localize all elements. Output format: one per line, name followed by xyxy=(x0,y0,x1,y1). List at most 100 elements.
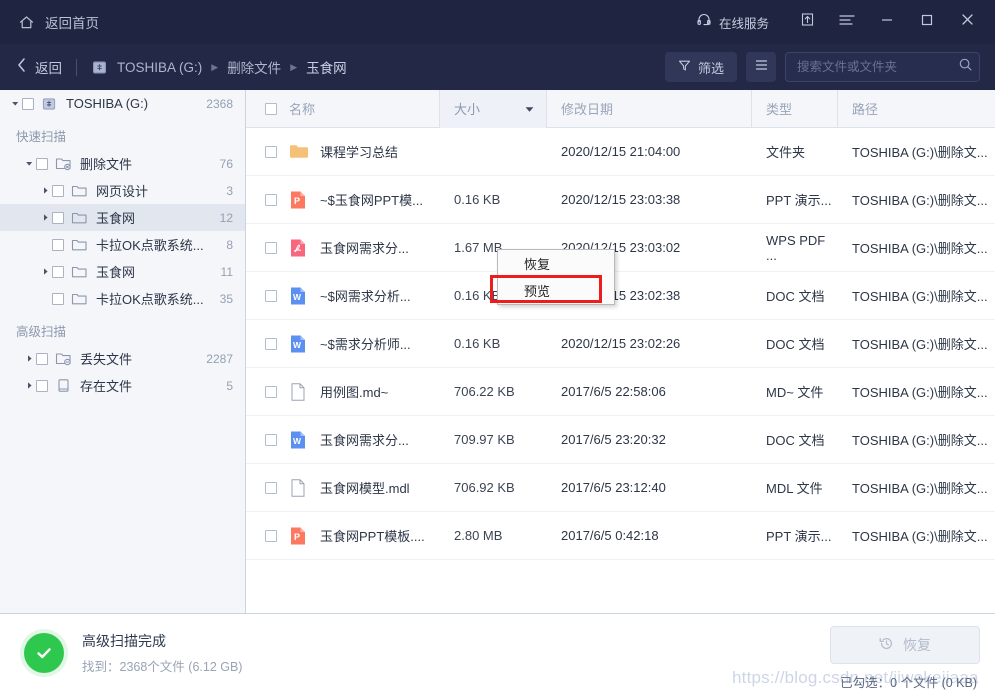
table-row[interactable]: 玉食网需求分... 1.67 MB 2020/12/15 23:03:02 WP… xyxy=(246,224,995,272)
cell-path: TOSHIBA (G:)\删除文... xyxy=(838,176,995,224)
select-all-checkbox[interactable] xyxy=(265,103,277,115)
ppt-icon: P xyxy=(289,190,309,210)
breadcrumb-item-1[interactable]: 删除文件 xyxy=(227,57,281,77)
context-menu-item-restore[interactable]: 恢复 xyxy=(498,250,614,277)
list-view-icon xyxy=(754,58,769,77)
breadcrumb-item-2[interactable]: 玉食网 xyxy=(306,57,347,77)
search-box[interactable] xyxy=(785,52,980,82)
cell-date: 2020/12/15 21:04:00 xyxy=(547,128,752,176)
breadcrumb: TOSHIBA (G:) ▶ 删除文件 ▶ 玉食网 xyxy=(91,57,347,77)
sidebar-item-yushiwang-2[interactable]: 玉食网 11 xyxy=(0,258,245,285)
back-button[interactable]: 返回 xyxy=(16,57,62,78)
tree-checkbox[interactable] xyxy=(36,158,48,170)
caret-right-icon[interactable] xyxy=(22,381,36,390)
selection-info: 已勾选：0 个文件 (0 KB) xyxy=(840,672,977,691)
file-name: 玉食网需求分... xyxy=(320,430,409,449)
table-row[interactable]: P 玉食网PPT模板.... 2.80 MB 2017/6/5 0:42:18 … xyxy=(246,512,995,560)
file-name: 玉食网PPT模板.... xyxy=(320,526,425,545)
folder-icon xyxy=(71,184,88,198)
folder-icon xyxy=(71,238,88,252)
row-checkbox[interactable] xyxy=(265,386,277,398)
cell-path: TOSHIBA (G:)\删除文... xyxy=(838,368,995,416)
word-icon: W xyxy=(289,430,309,450)
caret-right-icon[interactable] xyxy=(22,354,36,363)
context-menu[interactable]: 恢复 预览 xyxy=(497,249,615,305)
restore-button[interactable]: 恢复 xyxy=(830,626,980,664)
sidebar-item-yushiwang-selected[interactable]: 玉食网 12 xyxy=(0,204,245,231)
breadcrumb-item-0[interactable]: TOSHIBA (G:) xyxy=(117,60,202,75)
tree-checkbox[interactable] xyxy=(36,380,48,392)
search-input[interactable] xyxy=(797,60,958,74)
sidebar-item-karaoke-1[interactable]: 卡拉OK点歌系统... 8 xyxy=(0,231,245,258)
column-header-size[interactable]: 大小 xyxy=(440,90,547,128)
cell-path: TOSHIBA (G:)\删除文... xyxy=(838,224,995,272)
tree-checkbox[interactable] xyxy=(52,185,64,197)
caret-right-icon[interactable] xyxy=(38,213,52,222)
column-header-name[interactable]: 名称 xyxy=(246,90,440,128)
tree-item-count: 2287 xyxy=(206,352,233,366)
tree-item-root[interactable]: TOSHIBA (G:) 2368 xyxy=(0,90,245,117)
row-checkbox[interactable] xyxy=(265,290,277,302)
cell-type: MD~ 文件 xyxy=(752,368,838,416)
file-name: ~$需求分析师... xyxy=(320,334,411,353)
sidebar-item-karaoke-2[interactable]: 卡拉OK点歌系统... 35 xyxy=(0,285,245,312)
filter-button[interactable]: 筛选 xyxy=(665,52,737,82)
table-row[interactable]: 课程学习总结 2020/12/15 21:04:00 文件夹 TOSHIBA (… xyxy=(246,128,995,176)
menu-button[interactable] xyxy=(827,0,867,44)
upload-button[interactable] xyxy=(787,0,827,44)
word-icon: W xyxy=(289,334,309,354)
tree-checkbox[interactable] xyxy=(52,266,64,278)
tree-checkbox[interactable] xyxy=(52,212,64,224)
online-service-button[interactable]: 在线服务 xyxy=(696,12,769,33)
minimize-button[interactable] xyxy=(867,0,907,44)
filter-label: 筛选 xyxy=(698,58,724,77)
sidebar-item-existing-files[interactable]: 存在文件 5 xyxy=(0,372,245,399)
caret-down-icon[interactable] xyxy=(22,159,36,168)
ppt-icon: P xyxy=(289,526,309,546)
search-icon[interactable] xyxy=(958,57,973,77)
tree-checkbox[interactable] xyxy=(52,293,64,305)
column-header-date[interactable]: 修改日期 xyxy=(547,90,752,128)
tree-checkbox[interactable] xyxy=(22,98,34,110)
app-window: 返回首页 在线服务 xyxy=(0,0,995,698)
cell-type: PPT 演示... xyxy=(752,176,838,224)
tree-checkbox[interactable] xyxy=(36,353,48,365)
sidebar-section-title: 快速扫描 xyxy=(0,117,245,150)
column-header-path[interactable]: 路径 xyxy=(838,90,995,128)
home-button[interactable]: 返回首页 xyxy=(18,12,99,32)
row-checkbox[interactable] xyxy=(265,242,277,254)
context-menu-item-preview[interactable]: 预览 xyxy=(498,277,614,304)
table-row[interactable]: 用例图.md~ 706.22 KB 2017/6/5 22:58:06 MD~ … xyxy=(246,368,995,416)
table-row[interactable]: W ~$网需求分析... 0.16 KB 2020/12/15 23:02:38… xyxy=(246,272,995,320)
table-row[interactable]: W 玉食网需求分... 709.97 KB 2017/6/5 23:20:32 … xyxy=(246,416,995,464)
row-checkbox[interactable] xyxy=(265,146,277,158)
column-header-type[interactable]: 类型 xyxy=(752,90,838,128)
tree-checkbox[interactable] xyxy=(52,239,64,251)
svg-text:W: W xyxy=(293,292,302,302)
file-name: ~$网需求分析... xyxy=(320,286,411,305)
close-button[interactable] xyxy=(947,0,987,44)
table-row[interactable]: 玉食网模型.mdl 706.92 KB 2017/6/5 23:12:40 MD… xyxy=(246,464,995,512)
caret-right-icon[interactable] xyxy=(38,267,52,276)
row-checkbox[interactable] xyxy=(265,194,277,206)
sidebar-item-lost-files[interactable]: 丢失文件 2287 xyxy=(0,345,245,372)
caret-down-icon[interactable] xyxy=(525,101,534,116)
caret-down-icon[interactable] xyxy=(8,99,22,108)
cell-path: TOSHIBA (G:)\删除文... xyxy=(838,128,995,176)
sidebar-item-deleted-files[interactable]: 删除文件 76 xyxy=(0,150,245,177)
sidebar-item-web-design[interactable]: 网页设计 3 xyxy=(0,177,245,204)
row-checkbox[interactable] xyxy=(265,434,277,446)
upload-icon xyxy=(800,12,815,32)
maximize-button[interactable] xyxy=(907,0,947,44)
row-checkbox[interactable] xyxy=(265,482,277,494)
tree-item-count: 76 xyxy=(220,157,233,171)
sidebar-tree[interactable]: TOSHIBA (G:) 2368 快速扫描 删除文件 76 网页设计 3 玉食… xyxy=(0,90,246,613)
row-checkbox[interactable] xyxy=(265,338,277,350)
row-checkbox[interactable] xyxy=(265,530,277,542)
file-name: 用例图.md~ xyxy=(320,382,388,401)
cell-date: 2020/12/15 23:03:38 xyxy=(547,176,752,224)
caret-right-icon[interactable] xyxy=(38,186,52,195)
table-row[interactable]: W ~$需求分析师... 0.16 KB 2020/12/15 23:02:26… xyxy=(246,320,995,368)
table-row[interactable]: P ~$玉食网PPT模... 0.16 KB 2020/12/15 23:03:… xyxy=(246,176,995,224)
list-view-button[interactable] xyxy=(746,52,776,82)
